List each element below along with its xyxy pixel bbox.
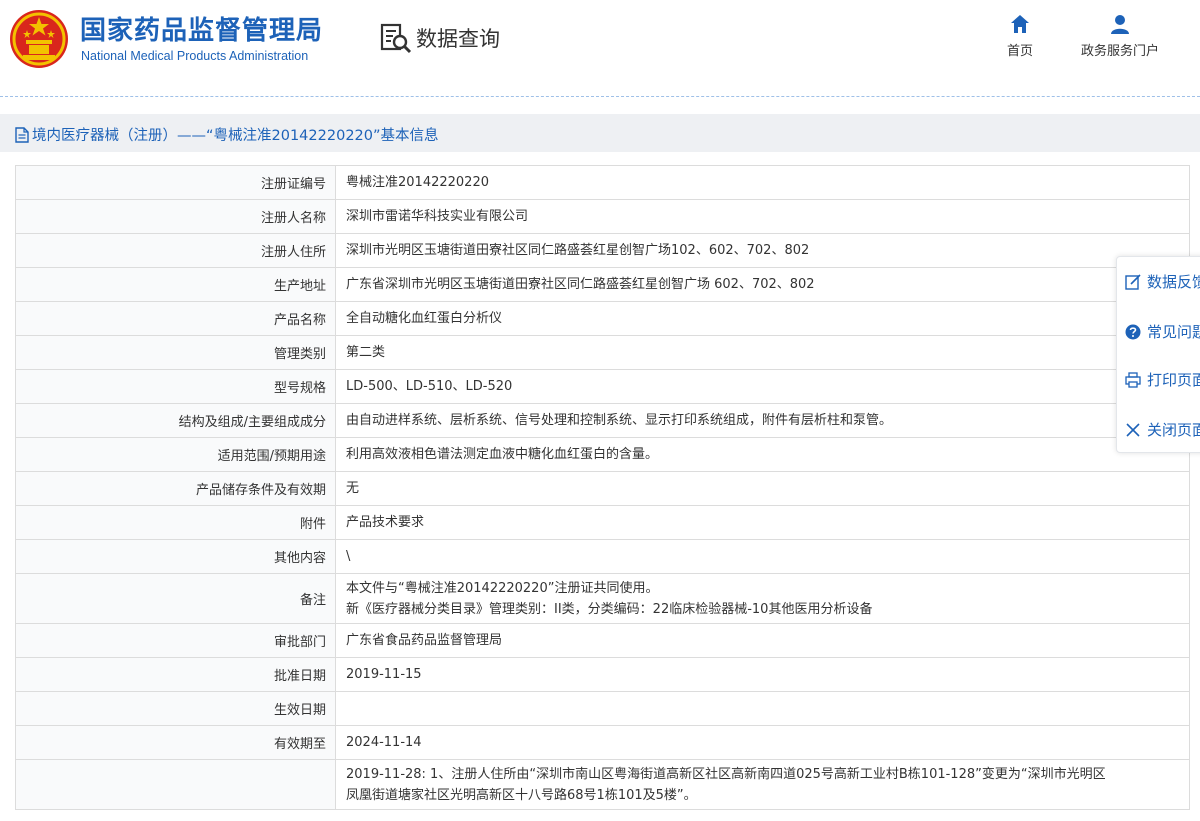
table-row: 适用范围/预期用途 利用高效液相色谱法测定血液中糖化血红蛋白的含量。	[15, 437, 1190, 472]
field-value: 全自动糖化血红蛋白分析仪	[335, 301, 1190, 336]
field-value: 广东省深圳市光明区玉塘街道田寮社区同仁路盛荟红星创智广场 602、702、802	[335, 267, 1190, 302]
national-emblem-icon	[10, 10, 68, 68]
field-label: 管理类别	[15, 335, 336, 370]
table-row: 注册证编号 粤械注准20142220220	[15, 165, 1190, 200]
site-title-en: National Medical Products Administration	[81, 49, 309, 63]
field-value: 第二类	[335, 335, 1190, 370]
table-row: 备注 本文件与“粤械注准20142220220”注册证共同使用。 新《医疗器械分…	[15, 573, 1190, 624]
field-label: 其他内容	[15, 539, 336, 574]
field-value-line: 凤凰街道塘家社区光明高新区十八号路68号1栋101及5楼”。	[346, 787, 697, 803]
feedback-label: 数据反馈	[1147, 273, 1200, 291]
field-value: 无	[335, 471, 1190, 506]
table-row: 生效日期	[15, 691, 1190, 726]
field-label: 适用范围/预期用途	[15, 437, 336, 472]
field-value-line: 2019-11-28: 1、注册人住所由“深圳市南山区粤海街道高新区社区高新南四…	[346, 766, 1106, 782]
field-label: 结构及组成/主要组成成分	[15, 403, 336, 438]
field-label	[15, 759, 336, 810]
registration-detail-table: 注册证编号 粤械注准20142220220 注册人名称 深圳市雷诺华科技实业有限…	[15, 165, 1190, 810]
field-value: \	[335, 539, 1190, 574]
field-value: 2019-11-28: 1、注册人住所由“深圳市南山区粤海街道高新区社区高新南四…	[335, 759, 1190, 810]
field-label: 产品储存条件及有效期	[15, 471, 336, 506]
field-value: 深圳市光明区玉塘街道田寮社区同仁路盛荟红星创智广场102、602、702、802	[335, 233, 1190, 268]
table-row: 管理类别 第二类	[15, 335, 1190, 370]
print-label: 打印页面	[1147, 371, 1200, 389]
field-value: 本文件与“粤械注准20142220220”注册证共同使用。 新《医疗器械分类目录…	[335, 573, 1190, 624]
close-page-button[interactable]: 关闭页面	[1125, 419, 1200, 440]
faq-button[interactable]: 常见问题	[1125, 321, 1200, 342]
user-icon	[1111, 15, 1129, 34]
document-icon	[15, 126, 29, 143]
field-label: 注册证编号	[15, 165, 336, 200]
field-label: 备注	[15, 573, 336, 624]
field-value: 深圳市雷诺华科技实业有限公司	[335, 199, 1190, 234]
field-value: 利用高效液相色谱法测定血液中糖化血红蛋白的含量。	[335, 437, 1190, 472]
field-label: 审批部门	[15, 623, 336, 658]
field-value: 广东省食品药品监督管理局	[335, 623, 1190, 658]
question-icon	[1125, 324, 1141, 339]
close-page-label: 关闭页面	[1147, 421, 1200, 439]
data-search-icon	[380, 23, 412, 54]
table-row: 结构及组成/主要组成成分 由自动进样系统、层析系统、信号处理和控制系统、显示打印…	[15, 403, 1190, 438]
site-title-cn: 国家药品监督管理局	[80, 16, 324, 46]
table-row: 有效期至 2024-11-14	[15, 725, 1190, 760]
home-icon	[1011, 15, 1029, 33]
record-title-bar: 境内医疗器械（注册）——“粤械注准20142220220”基本信息	[0, 114, 1200, 152]
field-label: 注册人住所	[15, 233, 336, 268]
table-row: 审批部门 广东省食品药品监督管理局	[15, 623, 1190, 658]
table-row: 型号规格 LD-500、LD-510、LD-520	[15, 369, 1190, 404]
table-row: 批准日期 2019-11-15	[15, 657, 1190, 692]
nav-home[interactable]: 首页	[1007, 14, 1033, 59]
table-row: 注册人名称 深圳市雷诺华科技实业有限公司	[15, 199, 1190, 234]
field-value: LD-500、LD-510、LD-520	[335, 369, 1190, 404]
table-row: 产品名称 全自动糖化血红蛋白分析仪	[15, 301, 1190, 336]
faq-label: 常见问题	[1147, 323, 1200, 341]
field-value: 由自动进样系统、层析系统、信号处理和控制系统、显示打印系统组成，附件有层析柱和泵…	[335, 403, 1190, 438]
field-value: 2024-11-14	[335, 725, 1190, 760]
table-row: 生产地址 广东省深圳市光明区玉塘街道田寮社区同仁路盛荟红星创智广场 602、70…	[15, 267, 1190, 302]
field-label: 附件	[15, 505, 336, 540]
print-button[interactable]: 打印页面	[1125, 369, 1200, 390]
field-value: 产品技术要求	[335, 505, 1190, 540]
field-value: 2019-11-15	[335, 657, 1190, 692]
table-row: 其他内容 \	[15, 539, 1190, 574]
field-label: 有效期至	[15, 725, 336, 760]
data-query-title: 数据查询	[416, 27, 500, 51]
header-divider	[0, 96, 1200, 97]
field-label: 型号规格	[15, 369, 336, 404]
print-icon	[1125, 371, 1141, 388]
nav-service-portal-label: 政务服务门户	[1081, 44, 1160, 59]
field-label: 生产地址	[15, 267, 336, 302]
field-value-line: 本文件与“粤械注准20142220220”注册证共同使用。	[346, 580, 659, 596]
close-icon	[1126, 422, 1140, 437]
site-header: 国家药品监督管理局 National Medical Products Admi…	[0, 0, 1200, 96]
edit-icon	[1125, 273, 1141, 290]
field-label: 批准日期	[15, 657, 336, 692]
table-row: 2019-11-28: 1、注册人住所由“深圳市南山区粤海街道高新区社区高新南四…	[15, 759, 1190, 810]
record-title: 境内医疗器械（注册）——“粤械注准20142220220”基本信息	[32, 128, 439, 144]
field-label: 注册人名称	[15, 199, 336, 234]
table-row: 附件 产品技术要求	[15, 505, 1190, 540]
field-value-line: 新《医疗器械分类目录》管理类别：II类，分类编码：22临床检验器械-10其他医用…	[346, 601, 873, 617]
feedback-button[interactable]: 数据反馈	[1125, 271, 1200, 292]
field-label: 生效日期	[15, 691, 336, 726]
nav-service-portal[interactable]: 政务服务门户	[1081, 14, 1159, 59]
floating-tool-panel: 数据反馈 常见问题 打印页面 关闭页面	[1116, 256, 1200, 453]
field-value	[335, 691, 1190, 726]
table-row: 产品储存条件及有效期 无	[15, 471, 1190, 506]
field-label: 产品名称	[15, 301, 336, 336]
table-row: 注册人住所 深圳市光明区玉塘街道田寮社区同仁路盛荟红星创智广场102、602、7…	[15, 233, 1190, 268]
data-query-heading: 数据查询	[380, 22, 500, 54]
nav-home-label: 首页	[1007, 44, 1034, 59]
field-value: 粤械注准20142220220	[335, 165, 1190, 200]
